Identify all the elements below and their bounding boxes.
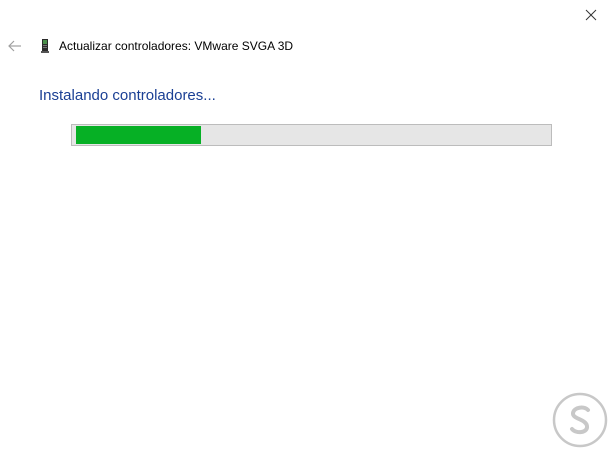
back-button[interactable]	[6, 37, 24, 55]
window-title: Actualizar controladores: VMware SVGA 3D	[59, 39, 294, 53]
progress-fill	[76, 126, 201, 144]
back-arrow-icon	[8, 40, 21, 52]
solvetic-logo	[552, 392, 608, 448]
close-button[interactable]	[568, 0, 614, 30]
progress-bar	[71, 124, 552, 146]
close-icon	[585, 9, 597, 21]
display-adapter-icon	[41, 39, 49, 53]
driver-update-window: Actualizar controladores: VMware SVGA 3D…	[0, 0, 614, 454]
status-text: Instalando controladores...	[39, 87, 216, 104]
